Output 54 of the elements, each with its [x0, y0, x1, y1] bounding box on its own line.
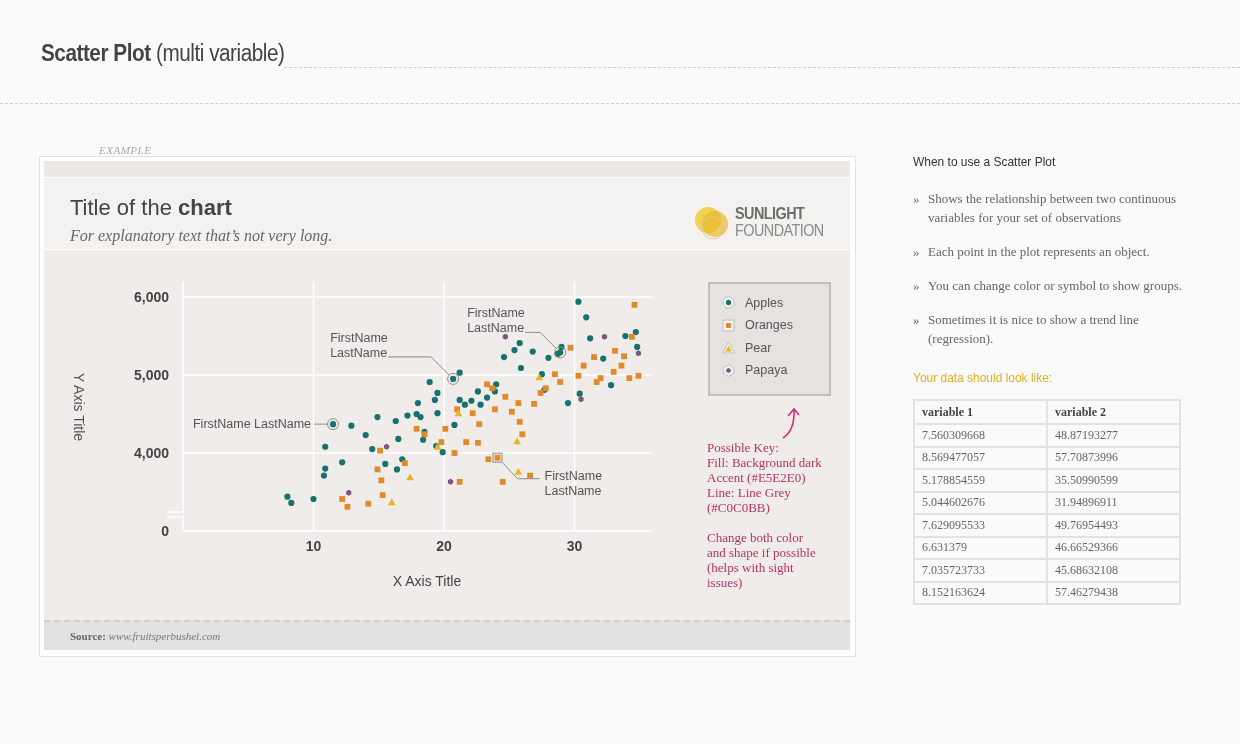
y-tick-label: 6,000: [133, 288, 169, 305]
y-axis-title: Y Axis Title: [71, 372, 87, 441]
table-cell: 57.46279438: [1047, 581, 1180, 604]
legend-label: Pear: [745, 340, 772, 355]
table-cell: 6.631379: [914, 536, 1047, 559]
annotation-label: FirstName LastName: [467, 306, 525, 336]
x-tick-label: 30: [566, 537, 583, 554]
table-cell: 49.76954493: [1047, 514, 1180, 537]
chart-subtitle: For explanatory text that’s not very long.: [70, 226, 333, 245]
y-axis-break-label: 0: [161, 522, 169, 539]
bullet-glyph: »: [913, 277, 919, 295]
column-header: variable 1: [914, 400, 1047, 424]
legend-label: Apples: [745, 295, 784, 310]
bullet-text: Sometimes it is nice to show a trend line (regression).: [928, 311, 1140, 348]
table-cell: 5.044602676: [914, 491, 1047, 514]
annotation-label: FirstName LastName: [193, 417, 312, 431]
y-tick-label: 5,000: [133, 366, 169, 383]
table-cell: 35.50990599: [1047, 469, 1180, 492]
legend-label: Oranges: [745, 318, 793, 333]
bullet-text: Each point in the plot represents an object.: [928, 243, 1150, 261]
table-cell: 5.178854559: [914, 469, 1047, 492]
bullet-text: You can change color or symbol to show groups.: [928, 277, 1182, 295]
table-cell: 31.94896911: [1047, 491, 1180, 514]
x-tick-label: 20: [436, 537, 452, 554]
table-cell: 46.66529366: [1047, 536, 1180, 559]
x-axis-title: X Axis Title: [392, 572, 462, 589]
bullet-glyph: »: [913, 243, 919, 261]
y-tick-label: 4,000: [133, 444, 169, 461]
annotation-label: FirstName LastName: [544, 468, 603, 498]
bullet-glyph: »: [913, 190, 919, 208]
annotation-note: Possible Key: Fill: Background dark Accent (#E5E2E0) Line: Line Grey (#C0C0BB): [707, 439, 823, 515]
annotation-note: Change both color and shape if possible (helps with sight issues): [707, 529, 817, 590]
bullet-glyph: »: [913, 311, 919, 329]
chart-title: Title of the chart: [70, 194, 233, 221]
table-cell: 7.629095533: [914, 514, 1047, 537]
column-header: variable 2: [1047, 400, 1180, 424]
table-cell: 7.035723733: [914, 559, 1047, 582]
legend-label: Papaya: [745, 363, 788, 378]
source-credit: Source: www.fruitsperbushel.com: [70, 629, 221, 642]
logo-text: SUNLIGHT: [735, 204, 806, 222]
bullet-text: Shows the relationship between two continuous variables for your set of observations: [928, 190, 1178, 227]
table-cell: 8.569477057: [914, 446, 1047, 469]
page-title: Scatter Plot (multi variable): [41, 40, 285, 67]
data-heading: Your data should look like:: [913, 370, 1054, 385]
sidebar-heading: When to use a Scatter Plot: [913, 154, 1057, 169]
x-tick-label: 10: [305, 537, 322, 554]
table-cell: 48.87193277: [1047, 424, 1180, 447]
table-cell: 57.70873996: [1047, 446, 1180, 469]
table-cell: 8.152163624: [914, 581, 1047, 604]
logo-text: FOUNDATION: [735, 221, 825, 239]
table-cell: 7.560309668: [914, 424, 1047, 447]
table-cell: 45.68632108: [1047, 559, 1180, 582]
example-label: EXAMPLE: [99, 144, 152, 156]
annotation-label: FirstName LastName: [330, 330, 388, 360]
